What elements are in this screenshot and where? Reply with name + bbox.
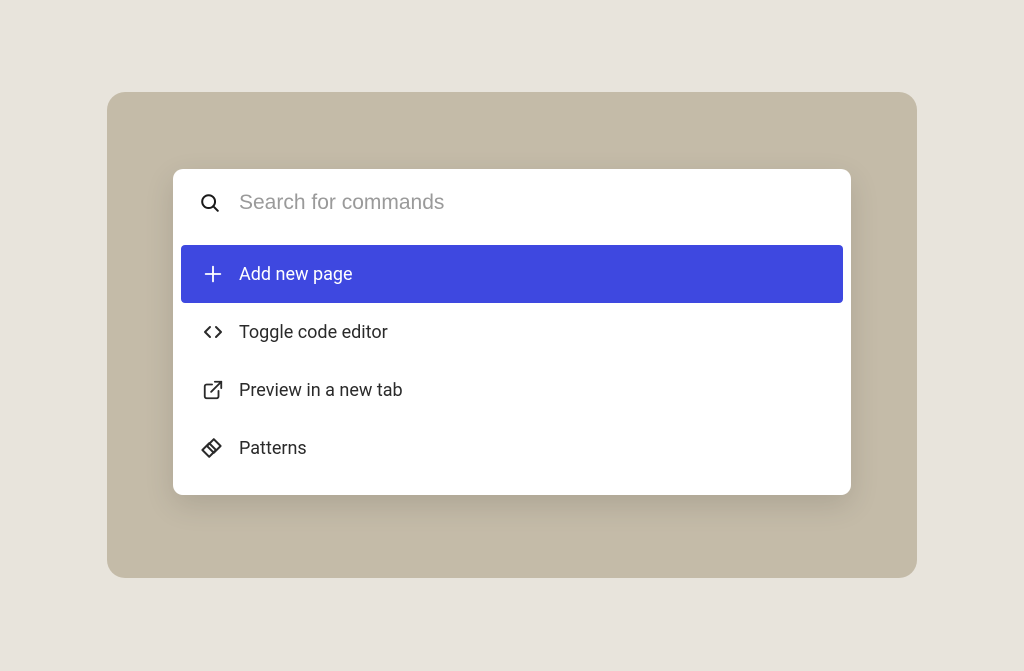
command-add-new-page[interactable]: Add new page [181,245,843,303]
background-card: Add new page Toggle code editor [107,92,917,578]
code-icon [201,320,225,344]
search-input[interactable] [239,191,825,215]
plus-icon [201,262,225,286]
command-toggle-code-editor[interactable]: Toggle code editor [181,303,843,361]
command-label: Preview in a new tab [239,380,403,401]
command-preview-new-tab[interactable]: Preview in a new tab [181,361,843,419]
command-label: Add new page [239,264,353,285]
patterns-icon [201,436,225,460]
command-patterns[interactable]: Patterns [181,419,843,477]
command-list: Add new page Toggle code editor [173,237,851,495]
search-row [173,169,851,237]
search-icon [199,192,221,214]
command-label: Patterns [239,438,307,459]
command-palette: Add new page Toggle code editor [173,169,851,495]
external-link-icon [201,378,225,402]
command-label: Toggle code editor [239,322,388,343]
